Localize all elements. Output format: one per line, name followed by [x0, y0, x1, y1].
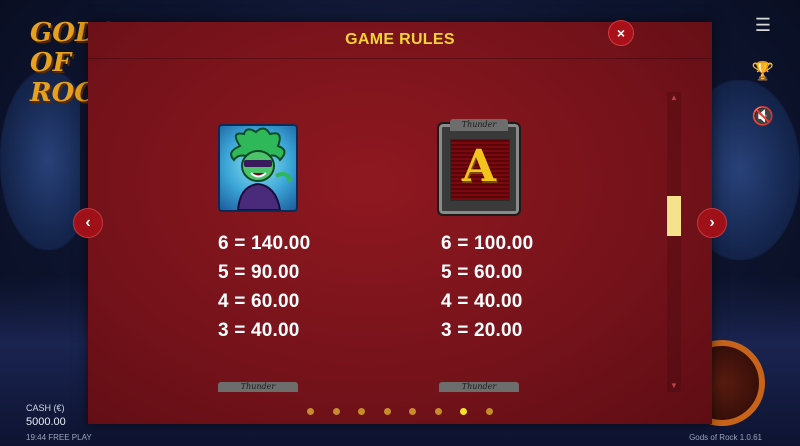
close-icon[interactable]: ×: [608, 20, 634, 46]
page-dot-2[interactable]: [332, 408, 340, 415]
version-label: Gods of Rock 1.0.61: [689, 433, 762, 442]
time-info: 19:44 FREE PLAY: [26, 433, 92, 442]
pagination-dots: [88, 402, 712, 420]
page-dot-8[interactable]: [485, 408, 493, 415]
page-dot-5[interactable]: [409, 408, 417, 415]
a-payout-5: 5 = 60.00: [441, 262, 523, 283]
cash-label: CASH (€): [26, 403, 65, 413]
page-dot-1[interactable]: [307, 408, 315, 415]
a-symbol-letter: A: [461, 141, 497, 192]
a-symbol-icon: Thunder A: [437, 119, 521, 216]
medusa-figure: [230, 127, 292, 211]
a-payout-4: 4 = 40.00: [441, 291, 523, 312]
sound-off-icon[interactable]: 🔇: [750, 103, 776, 129]
thunder-badge: Thunder: [450, 119, 508, 131]
scrollbar[interactable]: ▲ ▼: [667, 92, 681, 392]
thunder-badge: Thunder: [461, 382, 497, 391]
chevron-left-icon[interactable]: ‹: [73, 208, 103, 238]
scroll-up-icon[interactable]: ▲: [667, 92, 681, 104]
medusa-symbol-icon: [218, 124, 298, 212]
a-payout-6: 6 = 100.00: [441, 233, 534, 254]
cash-value: 5000.00: [26, 416, 66, 428]
next-symbol-tile: Thunder: [439, 382, 519, 392]
menu-icon[interactable]: ☰: [750, 12, 776, 38]
medusa-payout-3: 3 = 40.00: [218, 320, 300, 341]
scroll-thumb[interactable]: [667, 196, 681, 236]
medusa-payout-4: 4 = 60.00: [218, 291, 300, 312]
page-dot-4[interactable]: [383, 408, 391, 415]
thunder-badge: Thunder: [240, 382, 276, 391]
page-dot-7[interactable]: [460, 408, 468, 415]
page-dot-3[interactable]: [358, 408, 366, 415]
next-symbol-tile: Thunder: [218, 382, 298, 392]
trophy-icon[interactable]: 🏆: [750, 58, 776, 84]
medusa-payout-6: 6 = 140.00: [218, 233, 311, 254]
medusa-payout-5: 5 = 90.00: [218, 262, 300, 283]
game-rules-dialog: GAME RULES Thunder A 6 = 140.00 5 = 90.0…: [88, 22, 712, 424]
chevron-right-icon[interactable]: ›: [697, 208, 727, 238]
a-payout-3: 3 = 20.00: [441, 320, 523, 341]
scroll-down-icon[interactable]: ▼: [667, 380, 681, 392]
page-dot-6[interactable]: [434, 408, 442, 415]
